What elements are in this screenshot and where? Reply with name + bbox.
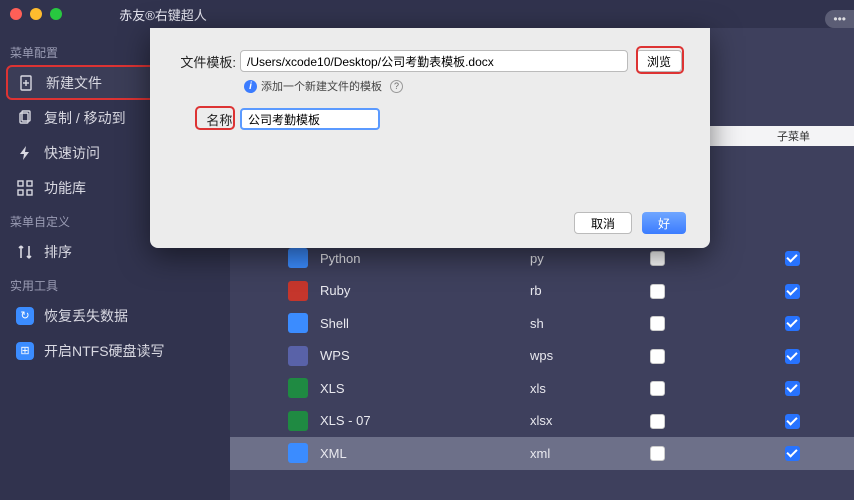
template-path-input[interactable] xyxy=(240,50,628,72)
sidebar-item-label: 功能库 xyxy=(44,178,86,198)
file-ext: rb xyxy=(530,283,650,298)
cancel-button[interactable]: 取消 xyxy=(574,212,632,234)
name-input[interactable] xyxy=(240,108,380,130)
table-row[interactable]: Rubyrb xyxy=(230,275,854,308)
sidebar-item-label: 排序 xyxy=(44,242,72,262)
overflow-menu-icon[interactable]: ••• xyxy=(825,10,854,28)
sidebar-item-label: 开启NTFS硬盘读写 xyxy=(44,341,165,361)
checkbox-submenu[interactable] xyxy=(785,446,800,461)
checkbox-submenu[interactable] xyxy=(785,284,800,299)
file-ext: xls xyxy=(530,381,650,396)
template-hint: i 添加一个新建文件的模板 ? xyxy=(244,78,682,94)
file-type-icon xyxy=(288,346,308,366)
template-label: 文件模板: xyxy=(178,52,240,71)
checkbox-submenu[interactable] xyxy=(785,251,800,266)
recover-icon: ↻ xyxy=(16,307,34,325)
file-type-name: XLS xyxy=(320,381,530,396)
file-ext: wps xyxy=(530,348,650,363)
sidebar-item-label: 新建文件 xyxy=(46,73,102,93)
new-file-icon xyxy=(18,74,36,92)
file-type-icon xyxy=(288,443,308,463)
checkbox-col1[interactable] xyxy=(650,414,665,429)
checkbox-col1[interactable] xyxy=(650,284,665,299)
sidebar-item-label: 快速访问 xyxy=(44,143,100,163)
help-icon[interactable]: ? xyxy=(390,80,403,93)
file-type-name: WPS xyxy=(320,348,530,363)
file-type-icon xyxy=(288,411,308,431)
checkbox-submenu[interactable] xyxy=(785,316,800,331)
name-label: 名称: xyxy=(178,110,240,129)
sidebar-item-ntfs[interactable]: ⊞ 开启NTFS硬盘读写 xyxy=(6,333,224,368)
ntfs-icon: ⊞ xyxy=(16,342,34,360)
file-type-name: Shell xyxy=(320,316,530,331)
file-type-name: Python xyxy=(320,251,530,266)
file-type-name: XML xyxy=(320,446,530,461)
sort-icon xyxy=(16,243,34,261)
sidebar-item-label: 复制 / 移动到 xyxy=(44,108,126,128)
table-row[interactable]: XMLxml xyxy=(230,437,854,470)
checkbox-col1[interactable] xyxy=(650,349,665,364)
sidebar-item-recover[interactable]: ↻ 恢复丢失数据 xyxy=(6,298,224,333)
file-ext: sh xyxy=(530,316,650,331)
file-type-name: Ruby xyxy=(320,283,530,298)
add-template-dialog: 文件模板: 浏览 i 添加一个新建文件的模板 ? 名称: 取消 好 xyxy=(150,28,710,248)
file-type-icon xyxy=(288,378,308,398)
checkbox-submenu[interactable] xyxy=(785,381,800,396)
checkbox-col1[interactable] xyxy=(650,251,665,266)
file-type-icon xyxy=(288,248,308,268)
file-ext: xlsx xyxy=(530,413,650,428)
file-type-icon xyxy=(288,281,308,301)
file-type-icon xyxy=(288,313,308,333)
file-ext: py xyxy=(530,251,650,266)
table-row[interactable]: Shellsh xyxy=(230,307,854,340)
sidebar-item-label: 恢复丢失数据 xyxy=(44,306,128,326)
app-title: 赤友®右键超人 xyxy=(0,5,554,24)
checkbox-col1[interactable] xyxy=(650,446,665,461)
browse-button[interactable]: 浏览 xyxy=(636,50,682,72)
table-row[interactable]: XLSxls xyxy=(230,372,854,405)
col-submenu: 子菜单 xyxy=(777,128,810,144)
checkbox-col1[interactable] xyxy=(650,316,665,331)
ok-button[interactable]: 好 xyxy=(642,212,686,234)
table-row[interactable]: XLS - 07xlsx xyxy=(230,405,854,438)
checkbox-submenu[interactable] xyxy=(785,349,800,364)
info-icon: i xyxy=(244,80,257,93)
copy-icon xyxy=(16,109,34,127)
file-type-name: XLS - 07 xyxy=(320,413,530,428)
grid-icon xyxy=(16,179,34,197)
file-ext: xml xyxy=(530,446,650,461)
section-util-tools: 实用工具 xyxy=(6,269,224,298)
lightning-icon xyxy=(16,144,34,162)
titlebar: 赤友®右键超人 ••• xyxy=(0,0,854,28)
file-type-list: PythonpyRubyrbShellshWPSwpsXLSxlsXLS - 0… xyxy=(230,242,854,470)
checkbox-submenu[interactable] xyxy=(785,414,800,429)
table-row[interactable]: WPSwps xyxy=(230,340,854,373)
checkbox-col1[interactable] xyxy=(650,381,665,396)
